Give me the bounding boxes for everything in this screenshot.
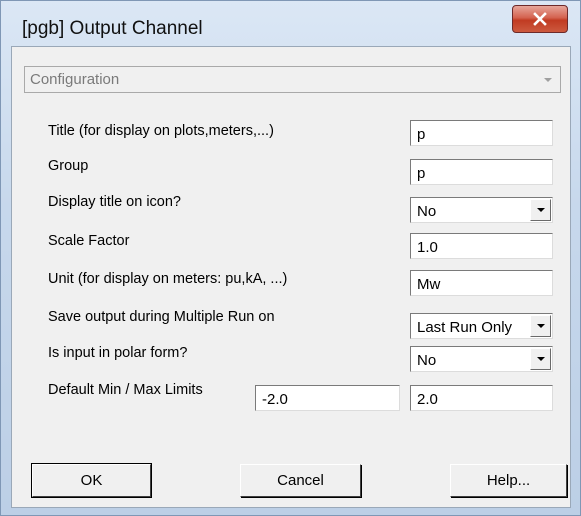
field-label-limits: Default Min / Max Limits: [48, 382, 203, 398]
section-selector[interactable]: Configuration: [24, 66, 561, 93]
field-label-unit: Unit (for display on meters: pu,kA, ...): [48, 271, 288, 287]
field-label-polar-form: Is input in polar form?: [48, 345, 188, 361]
ok-button[interactable]: OK: [31, 463, 152, 498]
field-label-scale-factor: Scale Factor: [48, 233, 130, 249]
display-title-value: No: [417, 203, 437, 220]
close-icon: [533, 12, 547, 26]
scale-factor-input[interactable]: 1.0: [410, 233, 553, 259]
group-input[interactable]: p: [410, 159, 553, 185]
title-bar[interactable]: [pgb] Output Channel: [1, 1, 580, 45]
chevron-down-icon[interactable]: [530, 348, 551, 370]
title-input[interactable]: p: [410, 120, 553, 146]
section-selector-value: Configuration: [30, 71, 120, 88]
help-button[interactable]: Help...: [450, 464, 567, 497]
save-output-value: Last Run Only: [417, 319, 513, 336]
chevron-down-icon[interactable]: [530, 199, 551, 221]
field-label-group: Group: [48, 158, 89, 174]
cancel-button[interactable]: Cancel: [240, 464, 361, 497]
chevron-down-icon[interactable]: [530, 315, 551, 337]
min-limit-input[interactable]: -2.0: [255, 385, 400, 411]
polar-form-value: No: [417, 352, 437, 369]
unit-input[interactable]: Mw: [410, 270, 553, 296]
field-label-title: Title (for display on plots,meters,...): [48, 123, 274, 139]
close-button[interactable]: [512, 5, 568, 33]
polar-form-dropdown[interactable]: No: [410, 346, 553, 372]
display-title-dropdown[interactable]: No: [410, 197, 553, 223]
max-limit-input[interactable]: 2.0: [410, 385, 553, 411]
window-title: [pgb] Output Channel: [22, 18, 203, 39]
chevron-down-icon[interactable]: [538, 69, 558, 90]
dialog-window: [pgb] Output Channel Configuration Title…: [0, 0, 581, 516]
save-output-dropdown[interactable]: Last Run Only: [410, 313, 553, 339]
field-label-display-title: Display title on icon?: [48, 194, 181, 210]
field-label-save-output: Save output during Multiple Run on: [48, 309, 275, 325]
